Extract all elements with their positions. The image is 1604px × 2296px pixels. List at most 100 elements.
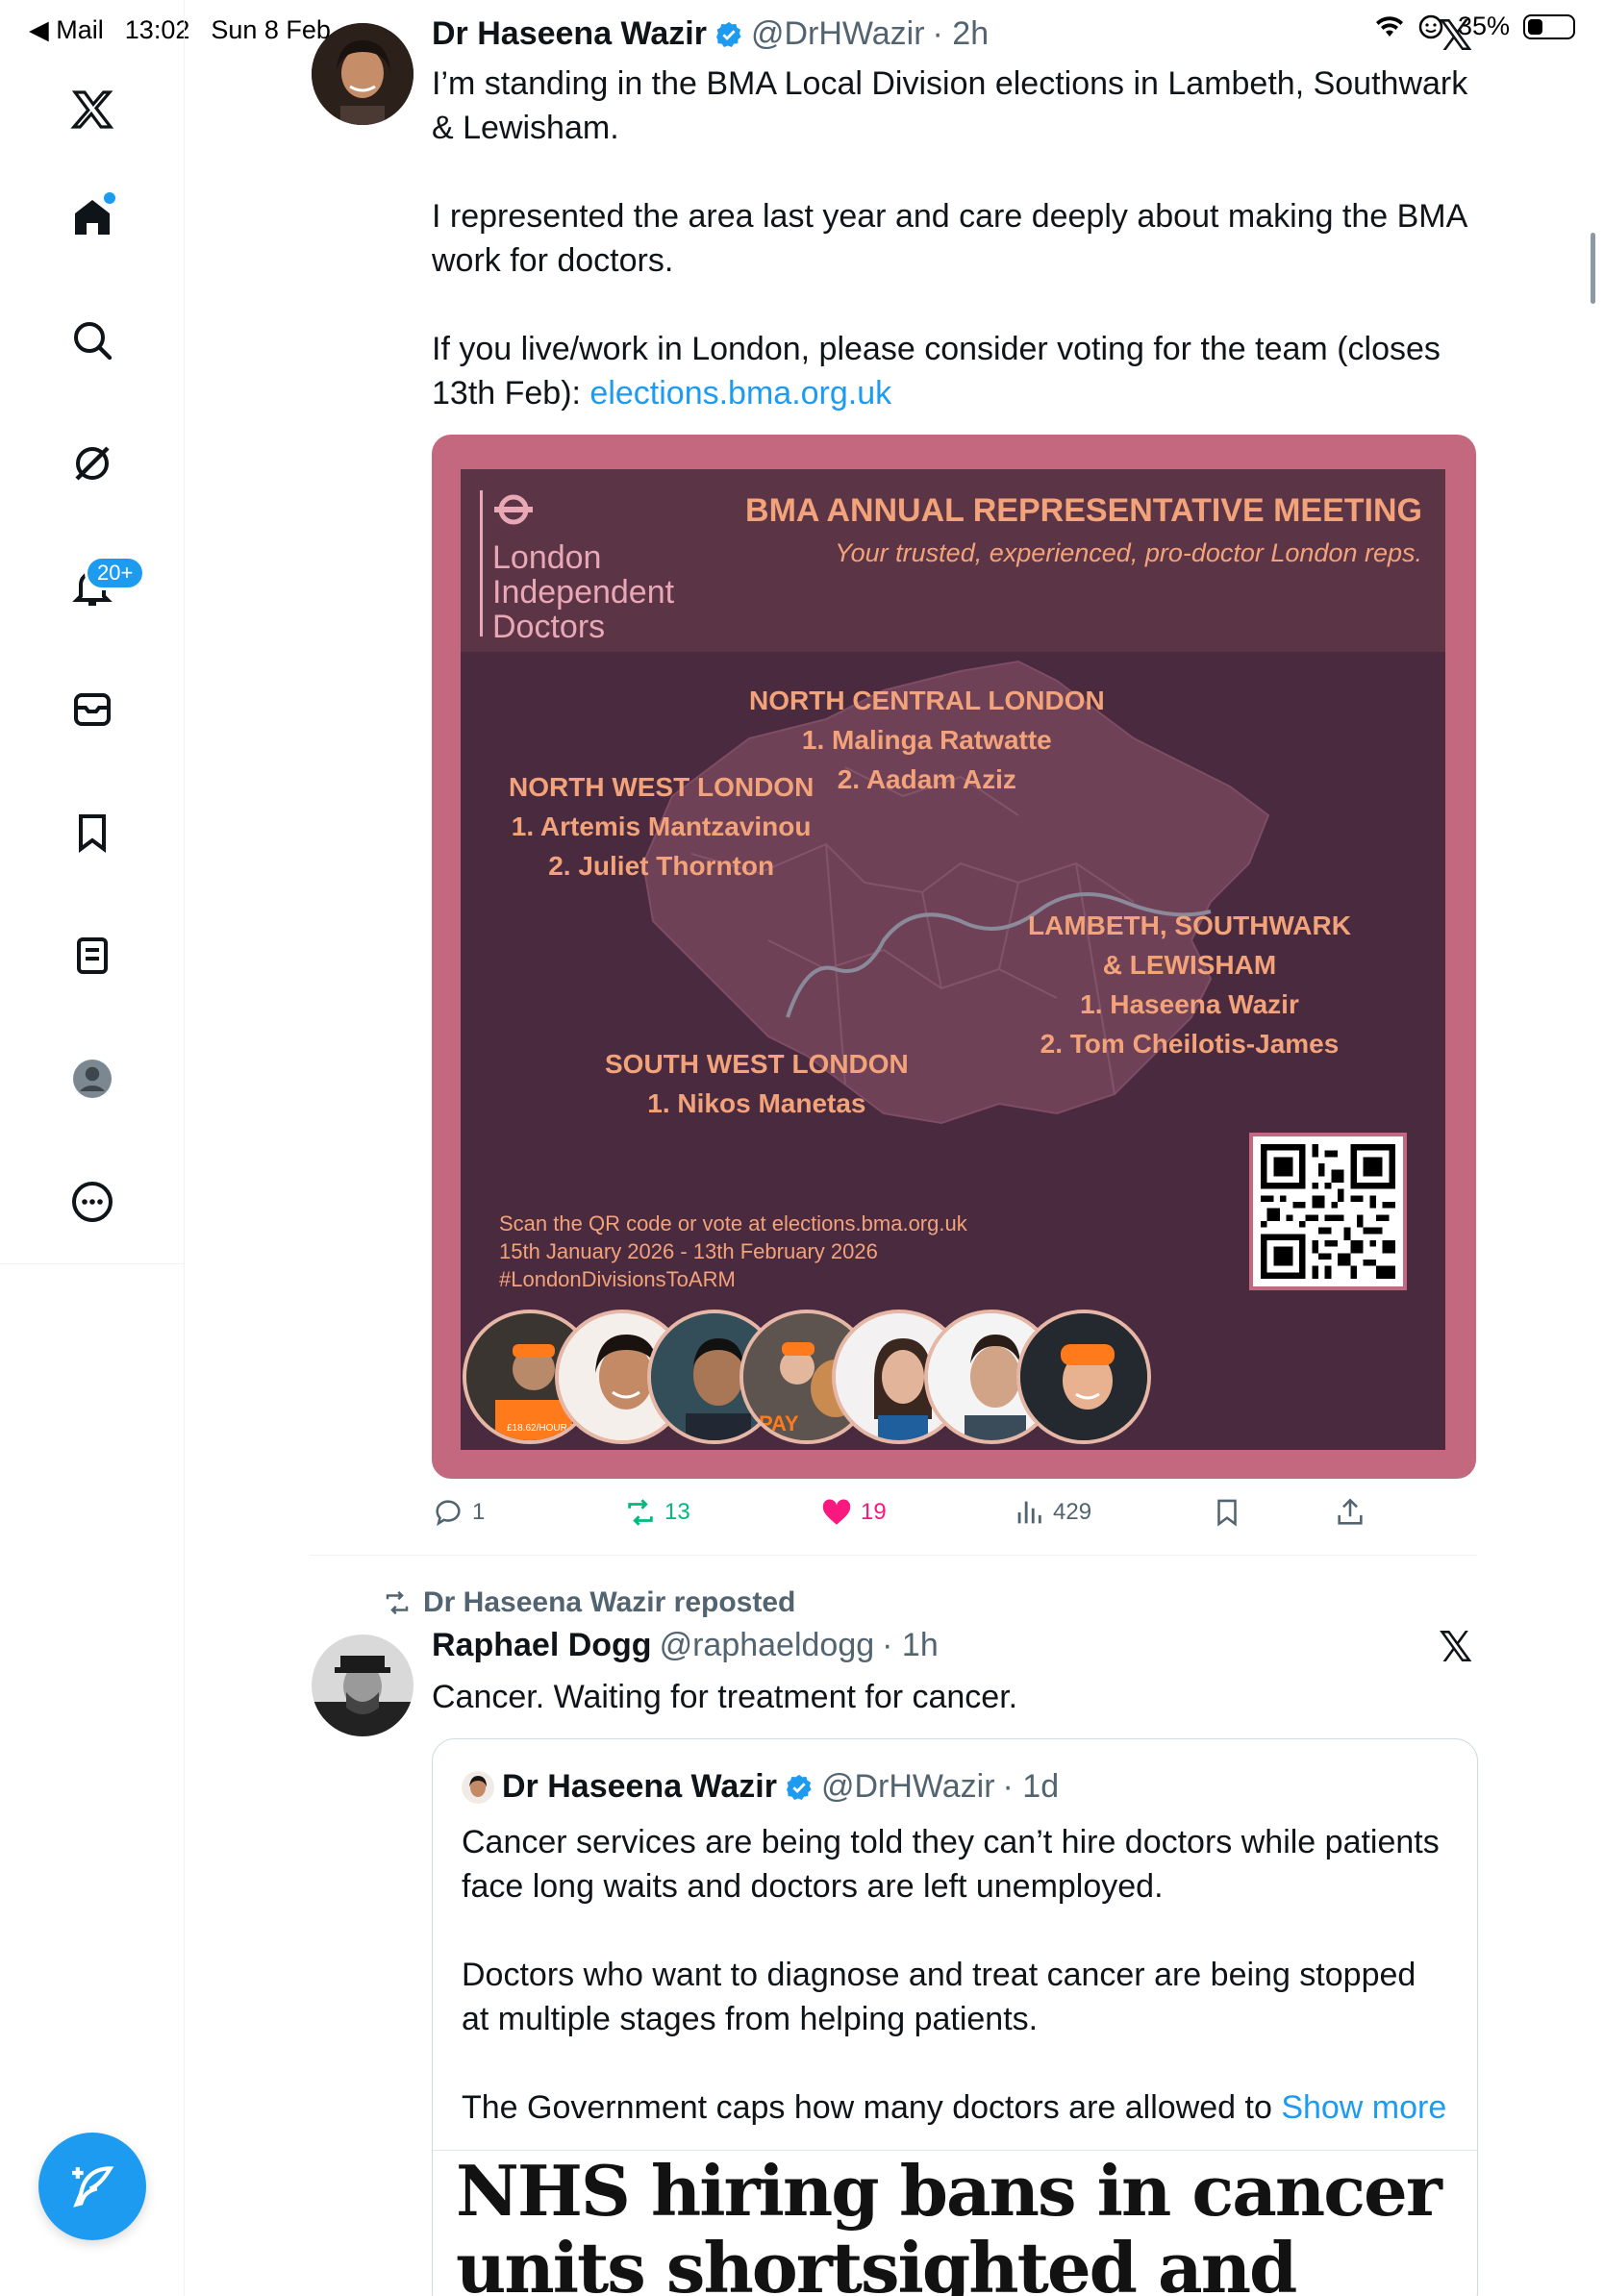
region-swl: SOUTH WEST LONDON 1. Nikos Manetas	[605, 1044, 909, 1123]
tweet2-handle[interactable]: @raphaeldogg	[660, 1627, 875, 1664]
heart-icon	[822, 1499, 851, 1525]
repost-label: Dr Haseena Wazir reposted	[423, 1586, 796, 1618]
tweet1-media-image[interactable]: London Independent Doctors BMA ANNUAL RE…	[432, 435, 1476, 1479]
tweet1-p3-text: If you live/work in London, please consi…	[432, 331, 1441, 412]
quoted-tweet-card[interactable]: Dr Haseena Wazir @DrHWazir · 1d Cancer s…	[432, 1738, 1478, 2296]
region-title: & LEWISHAM	[1102, 950, 1277, 980]
candidate: 1. Nikos Manetas	[647, 1088, 866, 1118]
like-button[interactable]: 19	[820, 1496, 887, 1529]
share-icon	[1338, 1498, 1363, 1525]
messages-icon[interactable]	[63, 681, 121, 738]
like-count: 19	[861, 1499, 887, 1525]
scrollbar[interactable]	[1591, 233, 1595, 304]
compose-feather-icon	[72, 2166, 114, 2208]
x-logo-icon-tweet2: 𝕏	[1439, 1624, 1473, 1671]
candidate-photo	[1016, 1310, 1151, 1444]
quote-handle: @DrHWazir	[820, 1768, 995, 1805]
lid-logo: London Independent Doctors	[480, 490, 720, 644]
verified-badge-icon	[786, 1774, 812, 1800]
quote-author-avatar	[462, 1770, 494, 1804]
lid-line: London	[492, 539, 602, 576]
quote-paragraph: Cancer services are being told they can’…	[462, 1824, 1440, 1905]
tweet1-paragraph: If you live/work in London, please consi…	[432, 327, 1480, 415]
quote-header: Dr Haseena Wazir @DrHWazir · 1d	[462, 1768, 1059, 1806]
tweet2-author-avatar[interactable]	[312, 1635, 414, 1736]
tweet1-author-avatar[interactable]	[312, 23, 414, 125]
candidate: 2. Tom Cheilotis-James	[1040, 1029, 1340, 1059]
repost-button[interactable]: 13	[624, 1496, 690, 1529]
views-count: 429	[1053, 1499, 1092, 1525]
bookmark-button[interactable]	[1211, 1496, 1243, 1529]
wifi-icon	[1375, 15, 1403, 37]
lid-line: Doctors	[492, 609, 606, 645]
tweet1-paragraph: I’m standing in the BMA Local Division e…	[432, 65, 1468, 146]
article-headline[interactable]: NHS hiring bans in cancer units shortsig…	[456, 2153, 1466, 2296]
poster-subtitle: Your trusted, experienced, pro-doctor Lo…	[835, 538, 1422, 567]
elections-link[interactable]: elections.bma.org.uk	[589, 375, 891, 412]
sidebar: 20+	[0, 0, 185, 2296]
tweet1-action-bar: 1 13 19 429	[432, 1496, 1480, 1540]
region-title: SOUTH WEST LONDON	[605, 1049, 909, 1079]
roundel-icon	[494, 494, 533, 525]
poster-footer-line: 15th January 2026 - 13th February 2026	[499, 1239, 878, 1263]
app-root: ◀ Mail 13:02 Sun 8 Feb 35% 20+ Dr Haseen…	[0, 0, 1604, 2296]
lists-icon[interactable]	[63, 927, 121, 985]
x-logo-icon[interactable]	[63, 81, 121, 138]
show-more-link[interactable]: Show more	[1281, 2089, 1446, 2126]
reply-count: 1	[472, 1499, 486, 1525]
home-icon[interactable]	[63, 188, 121, 246]
tweet1-body: I’m standing in the BMA Local Division e…	[432, 62, 1480, 415]
candidate: 1. Haseena Wazir	[1080, 989, 1299, 1019]
battery-fill	[1528, 18, 1542, 35]
repost-count: 13	[664, 1499, 690, 1525]
battery-icon	[1523, 13, 1575, 39]
profile-avatar-icon[interactable]	[63, 1050, 121, 1108]
poster-header: London Independent Doctors BMA ANNUAL RE…	[461, 469, 1445, 652]
candidate: 2. Juliet Thornton	[548, 851, 775, 881]
quote-body: Cancer services are being told they can’…	[462, 1820, 1452, 2174]
poster-footer: Scan the QR code or vote at elections.bm…	[499, 1210, 967, 1293]
repost-icon	[386, 1590, 409, 1615]
grok-icon[interactable]	[63, 435, 121, 492]
quote-paragraph: Doctors who want to diagnose and treat c…	[462, 1957, 1416, 2037]
quote-paragraph: The Government caps how many doctors are…	[462, 2085, 1452, 2130]
placard-text: PAY	[759, 1411, 799, 1435]
search-icon[interactable]	[63, 312, 121, 369]
tweet2-time[interactable]: · 1h	[882, 1627, 939, 1664]
tweet1-time[interactable]: · 2h	[933, 15, 990, 53]
tweet-divider	[310, 1555, 1477, 1556]
poster-inner: London Independent Doctors BMA ANNUAL RE…	[461, 469, 1445, 1450]
status-date: Sun 8 Feb	[211, 15, 331, 44]
views-bar-icon	[1017, 1501, 1041, 1524]
tweet1-display-name[interactable]: Dr Haseena Wazir	[432, 15, 707, 53]
more-options-icon[interactable]	[63, 1173, 121, 1231]
candidate-photos: £18.62/HOUR IS PAY	[461, 1304, 1445, 1450]
placard-text: £18.62/HOUR IS	[507, 1423, 579, 1434]
bookmark-icon[interactable]	[63, 804, 121, 861]
home-unread-dot	[104, 192, 115, 204]
region-title: NORTH WEST LONDON	[509, 772, 815, 802]
candidate: 1. Malinga Ratwatte	[801, 725, 1052, 755]
quote-p3-text: The Government caps how many doctors are…	[462, 2089, 1282, 2126]
share-button[interactable]	[1334, 1496, 1366, 1529]
compose-post-button[interactable]	[38, 2133, 146, 2240]
tweet2-display-name[interactable]: Raphael Dogg	[432, 1627, 652, 1664]
lid-line: Independent	[492, 574, 675, 611]
reply-button[interactable]: 1	[432, 1496, 485, 1529]
region-nwl: NORTH WEST LONDON 1. Artemis Mantzavinou…	[509, 767, 814, 886]
poster-footer-line: #LondonDivisionsToARM	[499, 1267, 736, 1291]
tweet1-paragraph: I represented the area last year and car…	[432, 198, 1466, 279]
poster-footer-line: Scan the QR code or vote at elections.bm…	[499, 1211, 967, 1235]
quote-display-name: Dr Haseena Wazir	[502, 1768, 777, 1805]
views-button[interactable]: 429	[1013, 1496, 1091, 1529]
x-logo-icon-tweet1: 𝕏	[1439, 12, 1473, 60]
tweet2-body: Cancer. Waiting for treatment for cancer…	[432, 1679, 1018, 1715]
bookmark-icon	[1217, 1499, 1237, 1527]
tweet1-handle[interactable]: @DrHWazir	[751, 15, 925, 53]
qr-code-graphic	[1261, 1144, 1395, 1279]
repost-indicator[interactable]: Dr Haseena Wazir reposted	[383, 1586, 795, 1619]
region-lsl: LAMBETH, SOUTHWARK & LEWISHAM 1. Haseena…	[1028, 906, 1351, 1063]
tweet1-header: Dr Haseena Wazir @DrHWazir · 2h	[432, 15, 989, 53]
status-right: 35%	[1375, 12, 1575, 41]
tweet2-header: Raphael Dogg @raphaeldogg · 1h	[432, 1627, 939, 1664]
